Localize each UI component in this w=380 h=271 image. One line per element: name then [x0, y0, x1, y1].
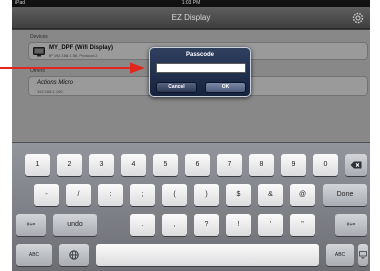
key-6[interactable]: 6 — [185, 154, 210, 176]
annotation-arrow-icon — [0, 62, 145, 74]
key-1[interactable]: 1 — [25, 154, 50, 176]
onscreen-keyboard: 1 2 3 4 5 6 7 8 9 0 - / : ; ( ) $ & @ Do… — [12, 142, 370, 271]
key-question[interactable]: ? — [194, 214, 219, 236]
key-dollar[interactable]: $ — [226, 184, 251, 206]
settings-gear-icon[interactable] — [352, 12, 364, 24]
key-4[interactable]: 4 — [121, 154, 146, 176]
page-title: EZ Display — [171, 13, 211, 22]
cancel-button[interactable]: Cancel — [156, 82, 197, 93]
key-at[interactable]: @ — [290, 184, 315, 206]
key-8[interactable]: 8 — [249, 154, 274, 176]
abc-key-right[interactable]: ABC — [326, 244, 354, 266]
key-colon[interactable]: : — [98, 184, 123, 206]
key-0[interactable]: 0 — [313, 154, 338, 176]
key-close-paren[interactable]: ) — [194, 184, 219, 206]
ok-button[interactable]: OK — [205, 82, 246, 93]
backspace-icon — [350, 161, 362, 169]
navigation-bar: EZ Display — [12, 7, 370, 29]
key-open-paren[interactable]: ( — [162, 184, 187, 206]
dismiss-keyboard-key[interactable] — [358, 244, 368, 266]
key-comma[interactable]: , — [162, 214, 187, 236]
globe-icon — [69, 250, 79, 260]
key-3[interactable]: 3 — [89, 154, 114, 176]
key-5[interactable]: 5 — [153, 154, 178, 176]
key-7[interactable]: 7 — [217, 154, 242, 176]
globe-key[interactable] — [59, 244, 89, 266]
abc-key-left[interactable]: ABC — [16, 244, 52, 266]
backspace-key[interactable] — [345, 154, 367, 176]
undo-key[interactable]: undo — [53, 214, 97, 236]
keyboard-dismiss-icon — [359, 251, 367, 259]
key-slash[interactable]: / — [66, 184, 91, 206]
key-apostrophe[interactable]: ' — [258, 214, 283, 236]
done-key[interactable]: Done — [323, 184, 367, 206]
key-period[interactable]: . — [130, 214, 155, 236]
ipad-screen: iPad 1:03 PM EZ Display Devices MY_DPF (… — [12, 0, 370, 271]
dialog-title: Passcode — [185, 52, 215, 58]
key-quote[interactable]: " — [290, 214, 315, 236]
more-symbols-key-right[interactable]: #+= — [335, 214, 367, 236]
key-2[interactable]: 2 — [57, 154, 82, 176]
status-bar: iPad 1:03 PM — [12, 0, 370, 7]
key-hyphen[interactable]: - — [34, 184, 59, 206]
key-ampersand[interactable]: & — [258, 184, 283, 206]
key-semicolon[interactable]: ; — [130, 184, 155, 206]
key-9[interactable]: 9 — [281, 154, 306, 176]
passcode-input[interactable] — [156, 63, 246, 73]
status-time: 1:03 PM — [181, 0, 201, 6]
space-bar[interactable] — [96, 244, 319, 266]
more-symbols-key-left[interactable]: #+= — [16, 214, 46, 236]
passcode-dialog: Passcode Cancel OK — [149, 47, 251, 97]
key-exclamation[interactable]: ! — [226, 214, 251, 236]
